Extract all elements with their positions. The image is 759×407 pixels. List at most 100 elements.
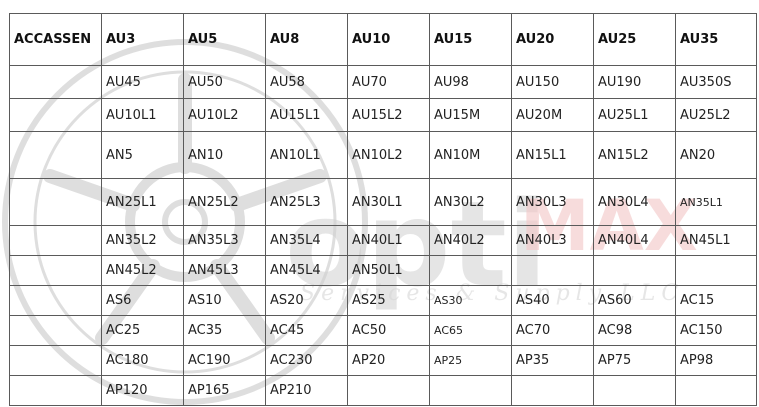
table-cell: AP25 (429, 345, 512, 376)
table-cell (9, 98, 102, 132)
table-cell: AP120 (101, 375, 184, 406)
table-cell (675, 255, 757, 286)
table-row: AU45 AU50 AU58 AU70 AU98 AU150 AU190 AU350S (9, 65, 757, 99)
table-cell: AU350S (675, 65, 757, 99)
header-cell: AU35 (675, 13, 757, 66)
table-cell: AN50L1 (347, 255, 430, 286)
table-row: AU10L1 AU10L2 AU15L1 AU15L2 AU15M AU20M AU25L1… (9, 98, 757, 132)
table-cell: AN35L3 (183, 225, 266, 256)
table-cell (511, 255, 594, 286)
table-cell (9, 375, 102, 406)
table-cell (347, 375, 430, 406)
table-cell: AN15L1 (511, 131, 594, 179)
table-cell: AC45 (265, 315, 348, 346)
table-cell: AN10M (429, 131, 512, 179)
table-cell (9, 131, 102, 179)
part-number-table: ACCASSEN AU3 AU5 AU8 AU10 AU15 AU20 AU25 AU35 AU4… (9, 13, 757, 406)
table-row: AN25L1 AN25L2 AN25L3 AN30L1 AN30L2 AN30L3 AN30… (9, 178, 757, 226)
table-cell: AN10L1 (265, 131, 348, 179)
header-row: ACCASSEN AU3 AU5 AU8 AU10 AU15 AU20 AU25 AU35 (9, 13, 757, 66)
header-cell: AU8 (265, 13, 348, 66)
header-cell: AU20 (511, 13, 594, 66)
table-cell: AU15L2 (347, 98, 430, 132)
table-row: AC180 AC190 AC230 AP20 AP25 AP35 AP75 AP98 (9, 345, 757, 376)
table-cell: AU15M (429, 98, 512, 132)
header-cell: AU10 (347, 13, 430, 66)
header-cell: AU5 (183, 13, 266, 66)
table-cell: AN10 (183, 131, 266, 179)
table-cell (9, 285, 102, 316)
table-cell: AC180 (101, 345, 184, 376)
table-cell: AN45L2 (101, 255, 184, 286)
table-cell (9, 65, 102, 99)
table-cell: AC25 (101, 315, 184, 346)
table-cell: AN15L2 (593, 131, 676, 179)
table-cell: AN45L3 (183, 255, 266, 286)
table-cell: AP165 (183, 375, 266, 406)
header-cell: AU3 (101, 13, 184, 66)
table-cell: AC230 (265, 345, 348, 376)
table-cell: AS10 (183, 285, 266, 316)
table-cell: AC98 (593, 315, 676, 346)
table-cell: AN25L1 (101, 178, 184, 226)
table-cell: AU58 (265, 65, 348, 99)
table-cell (9, 255, 102, 286)
table-cell: AC35 (183, 315, 266, 346)
table-cell: AN20 (675, 131, 757, 179)
table-cell: AS6 (101, 285, 184, 316)
table-cell (593, 255, 676, 286)
table-cell (429, 255, 512, 286)
table-row: AN5 AN10 AN10L1 AN10L2 AN10M AN15L1 AN15L2 AN20 (9, 131, 757, 179)
table-cell: AU10L1 (101, 98, 184, 132)
table-cell: AN45L4 (265, 255, 348, 286)
table-cell: AU10L2 (183, 98, 266, 132)
table-cell: AS25 (347, 285, 430, 316)
table-cell: AN25L3 (265, 178, 348, 226)
table-cell: AN45L1 (675, 225, 757, 256)
table-cell (9, 178, 102, 226)
table-cell: AP98 (675, 345, 757, 376)
table-cell: AC150 (675, 315, 757, 346)
table-row: AC25 AC35 AC45 AC50 AC65 AC70 AC98 AC150 (9, 315, 757, 346)
table-cell: AU20M (511, 98, 594, 132)
table-cell: AN30L4 (593, 178, 676, 226)
table-row: AN35L2 AN35L3 AN35L4 AN40L1 AN40L2 AN40L3 AN40… (9, 225, 757, 256)
table-cell: AN40L4 (593, 225, 676, 256)
table-cell: AU45 (101, 65, 184, 99)
header-cell: AU25 (593, 13, 676, 66)
table-cell (593, 375, 676, 406)
table-cell: AP210 (265, 375, 348, 406)
table-cell: AS40 (511, 285, 594, 316)
table-cell: AU98 (429, 65, 512, 99)
table-cell (675, 375, 757, 406)
table-cell: AN10L2 (347, 131, 430, 179)
table-cell: AP35 (511, 345, 594, 376)
table-row: AP120 AP165 AP210 (9, 375, 757, 406)
table-cell (9, 345, 102, 376)
table-cell (9, 225, 102, 256)
table-cell: AU15L1 (265, 98, 348, 132)
table-cell: AU25L1 (593, 98, 676, 132)
table-cell: AC15 (675, 285, 757, 316)
table-cell (429, 375, 512, 406)
table-cell: AC190 (183, 345, 266, 376)
table-cell: AN40L2 (429, 225, 512, 256)
table-cell: AU190 (593, 65, 676, 99)
table-cell: AC70 (511, 315, 594, 346)
header-cell: ACCASSEN (9, 13, 102, 66)
table-cell: AN30L3 (511, 178, 594, 226)
table-cell: AU50 (183, 65, 266, 99)
table-cell: AN5 (101, 131, 184, 179)
table-cell: AN40L1 (347, 225, 430, 256)
table-cell: AC50 (347, 315, 430, 346)
table-cell: AN35L4 (265, 225, 348, 256)
table-cell: AP20 (347, 345, 430, 376)
table-cell: AN30L2 (429, 178, 512, 226)
table-cell: AC65 (429, 315, 512, 346)
table-cell: AN25L2 (183, 178, 266, 226)
table-row: AS6 AS10 AS20 AS25 AS30 AS40 AS60 AC15 (9, 285, 757, 316)
table-cell (511, 375, 594, 406)
table-cell: AP75 (593, 345, 676, 376)
table-cell: AN35L2 (101, 225, 184, 256)
table-cell: AN35L1 (675, 178, 757, 226)
